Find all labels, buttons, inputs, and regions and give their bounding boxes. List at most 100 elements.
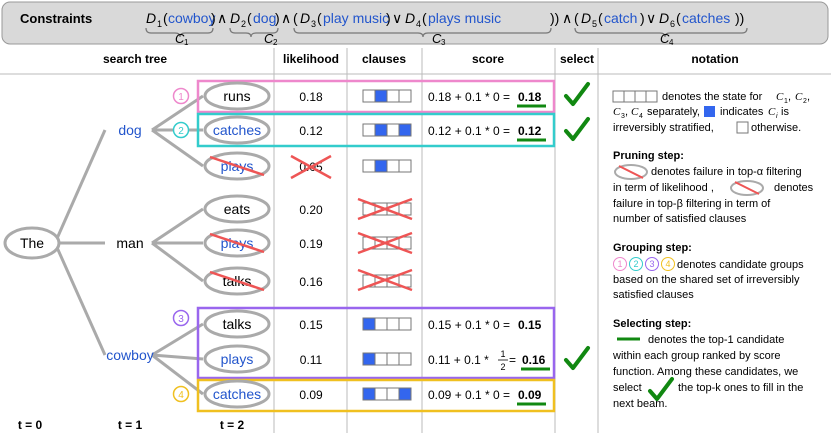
tree-node-root: The (3, 226, 61, 260)
header-notation: notation (691, 52, 738, 66)
tree-node-dog: dog (118, 122, 141, 138)
svg-text:select: select (613, 382, 642, 394)
svg-text:6: 6 (670, 19, 675, 29)
header-search-tree: search tree (103, 52, 167, 66)
clause-state-box (386, 159, 400, 173)
svg-text:denotes the top-1 candidate: denotes the top-1 candidate (648, 334, 784, 346)
constraint-word-catch: catch (604, 10, 637, 26)
svg-text:C: C (768, 106, 776, 118)
svg-text:t = 1: t = 1 (118, 418, 143, 432)
svg-text:∨: ∨ (392, 10, 402, 26)
notation-panel: denotes the state for C 1 , C 2 , C 3 , … (612, 90, 814, 410)
clause-state-box (374, 317, 388, 331)
svg-text:irreversibly stratified,: irreversibly stratified, (613, 122, 714, 134)
svg-text:4: 4 (416, 19, 421, 29)
constraint-word-cowboy: cowboy (168, 10, 215, 26)
clause-state-box (374, 123, 388, 137)
clause-state-box (398, 387, 412, 401)
candidate-row: eats 0.20 (203, 194, 412, 224)
header-select: select (560, 52, 594, 66)
likelihood-value: 0.20 (299, 203, 323, 217)
svg-text:5: 5 (592, 19, 597, 29)
svg-text:denotes candidate groups: denotes candidate groups (677, 259, 804, 271)
score-value: 0.12 (518, 124, 542, 138)
clause-state-box (362, 352, 376, 366)
svg-text:D: D (300, 10, 310, 26)
svg-text:): ) (211, 10, 216, 26)
svg-text:denotes failure in top-α filte: denotes failure in top-α filtering (651, 166, 802, 178)
clause-state-box (398, 89, 412, 103)
clause-state-box (362, 387, 376, 401)
svg-text:based on the shared set of irr: based on the shared set of irreversibly (613, 274, 800, 286)
likelihood-value: 0.19 (299, 237, 323, 251)
likelihood-prune-icon (614, 164, 648, 180)
svg-text:The: The (20, 235, 44, 251)
svg-text:within each group ranked by sc: within each group ranked by score (612, 350, 781, 362)
svg-text:2: 2 (178, 126, 184, 137)
score-expression: 0.15 + 0.1 * 0 = (428, 318, 510, 332)
score-expression: 0.18 + 0.1 * 0 = (428, 90, 510, 104)
svg-text:2: 2 (273, 38, 278, 47)
clause-state-box (374, 352, 388, 366)
clause-state-box (398, 236, 412, 250)
svg-text:∧: ∧ (281, 10, 291, 26)
svg-text:,: , (788, 91, 791, 103)
likelihood-value: 0.18 (299, 90, 323, 104)
select-check-row1 (564, 82, 590, 106)
svg-text:is: is (781, 106, 789, 118)
svg-text:(: ( (676, 10, 681, 26)
svg-text:): ) (386, 10, 391, 26)
clause-state-box (386, 89, 400, 103)
tree-node-cowboy: cowboy (106, 347, 153, 363)
clause-state-box (362, 89, 376, 103)
likelihood-value: 0.09 (299, 388, 323, 402)
select-check-row8 (564, 346, 590, 370)
clause-state-box (398, 159, 412, 173)
candidate-row: plays 0.11 0.11 + 0.1 * 1 2 = 0.16 (203, 344, 550, 374)
svg-text:4: 4 (178, 390, 184, 401)
svg-text:∨: ∨ (646, 10, 656, 26)
clause-state-box (362, 123, 376, 137)
clause-state-box (362, 317, 376, 331)
svg-text:i: i (776, 113, 778, 120)
constraint-word-dog: dog (253, 10, 276, 26)
header-score: score (472, 52, 504, 66)
clause-state-box (398, 202, 412, 216)
clause-state-box (398, 123, 412, 137)
score-value: 0.09 (518, 388, 542, 402)
score-expression: 0.11 + 0.1 * (428, 353, 489, 367)
likelihood-value: 0.12 (299, 124, 323, 138)
clause-state-box (386, 352, 400, 366)
svg-text:(: ( (247, 10, 252, 26)
header-clauses: clauses (362, 52, 406, 66)
svg-text:D: D (659, 10, 669, 26)
tree-node-word: catches (213, 386, 261, 402)
group-legend-icons: 1 2 3 4 (613, 257, 675, 271)
likelihood-value: 0.11 (300, 353, 323, 367)
state-boxes-icon (612, 90, 658, 103)
svg-text:3: 3 (649, 259, 654, 269)
svg-text:)): )) (735, 10, 744, 26)
candidate-row: catches 0.09 0.09 + 0.1 * 0 = 0.09 (203, 379, 546, 409)
score-expression: 0.12 + 0.1 * 0 = (428, 124, 510, 138)
score-tail: = (509, 353, 516, 367)
clause-state-box (398, 352, 412, 366)
diagram: Constraints D 1 ( cowboy ) ∧ D 2 ( dog )… (0, 1, 831, 433)
svg-text:function. Among these candidat: function. Among these candidates, we (613, 366, 798, 378)
svg-text:next beam.: next beam. (613, 398, 667, 410)
clause-state-box (398, 317, 412, 331)
stratified-indicator-icon (704, 106, 715, 117)
constraints-label: Constraints (20, 11, 92, 26)
svg-text:t = 2: t = 2 (220, 418, 245, 432)
svg-text:(: ( (317, 10, 322, 26)
clause-prune-icon (730, 180, 764, 196)
svg-text:separately,: separately, (647, 106, 700, 118)
svg-text:1: 1 (157, 19, 162, 29)
tree-node-word: runs (223, 88, 250, 104)
tree-node-word: catches (213, 122, 261, 138)
score-fraction-denominator: 2 (500, 362, 505, 372)
constraint-word-catches: catches (682, 10, 730, 26)
svg-text:): ) (640, 10, 645, 26)
svg-text:4: 4 (639, 113, 643, 120)
svg-text:the top-k ones to fill in the: the top-k ones to fill in the (678, 382, 803, 394)
